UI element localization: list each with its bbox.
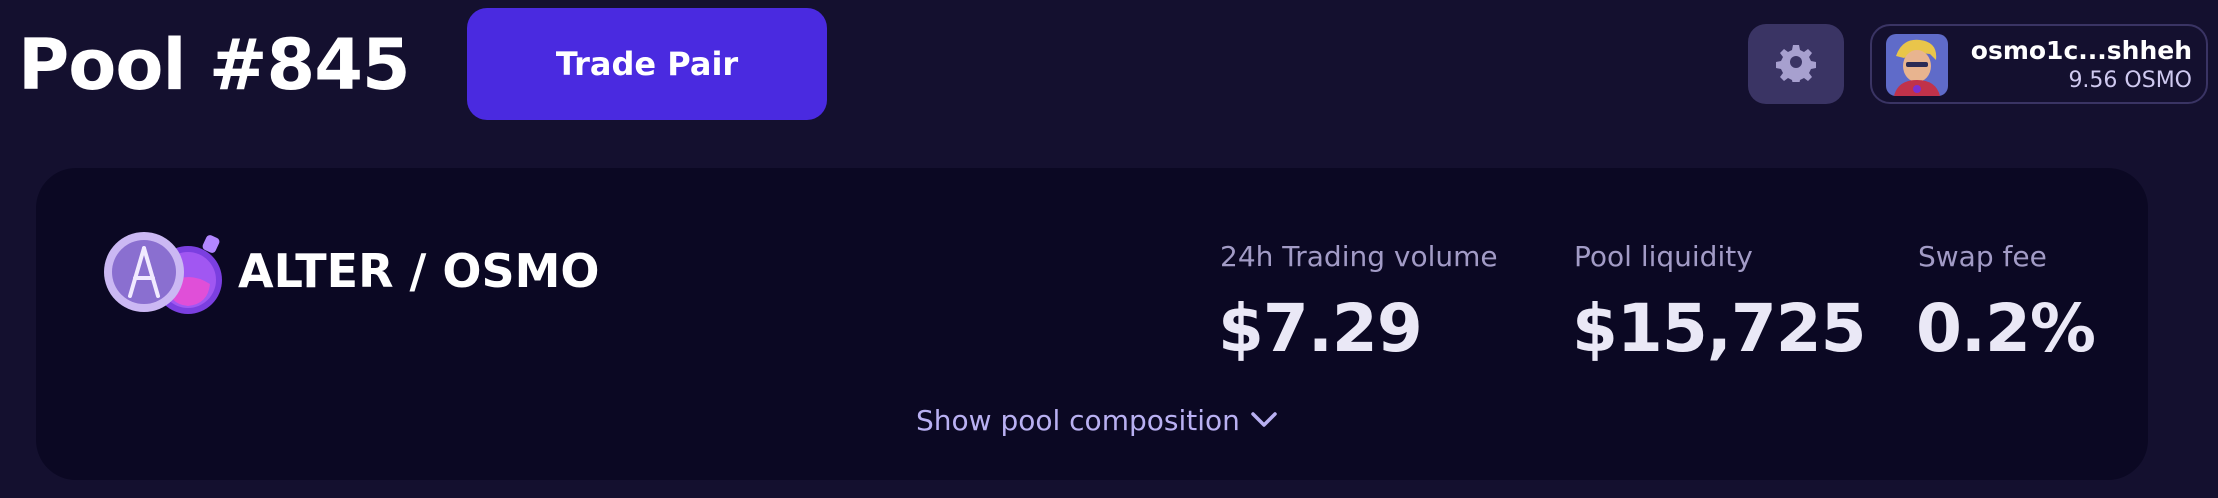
stat-label-pool-liquidity: Pool liquidity: [1574, 240, 1753, 273]
stat-value-swap-fee: 0.2%: [1916, 290, 2096, 367]
chevron-down-icon: [1250, 404, 1278, 437]
page-title: Pool #845: [18, 24, 411, 106]
settings-button[interactable]: [1748, 24, 1844, 104]
stat-value-trading-volume: $7.29: [1218, 290, 1423, 367]
pool-overview-card: ALTER / OSMO 24h Trading volume $7.29 Po…: [36, 168, 2148, 480]
gear-icon: [1776, 42, 1816, 86]
stat-label-swap-fee: Swap fee: [1918, 240, 2047, 273]
stat-value-pool-liquidity: $15,725: [1572, 290, 1867, 367]
show-composition-label: Show pool composition: [916, 404, 1240, 437]
wallet-balance: 9.56 OSMO: [2068, 68, 2192, 93]
avatar: [1886, 34, 1948, 96]
pool-pair-name: ALTER / OSMO: [238, 244, 600, 298]
pool-page: Pool #845 Trade Pair osmo1c...shheh 9.56…: [0, 0, 2218, 498]
stat-label-trading-volume: 24h Trading volume: [1220, 240, 1498, 273]
wallet-button[interactable]: osmo1c...shheh 9.56 OSMO: [1870, 24, 2208, 104]
trade-pair-button[interactable]: Trade Pair: [467, 8, 827, 120]
show-pool-composition-toggle[interactable]: Show pool composition: [916, 404, 1278, 437]
pair-token-icons: [98, 230, 226, 316]
wallet-address: osmo1c...shheh: [1970, 36, 2192, 65]
